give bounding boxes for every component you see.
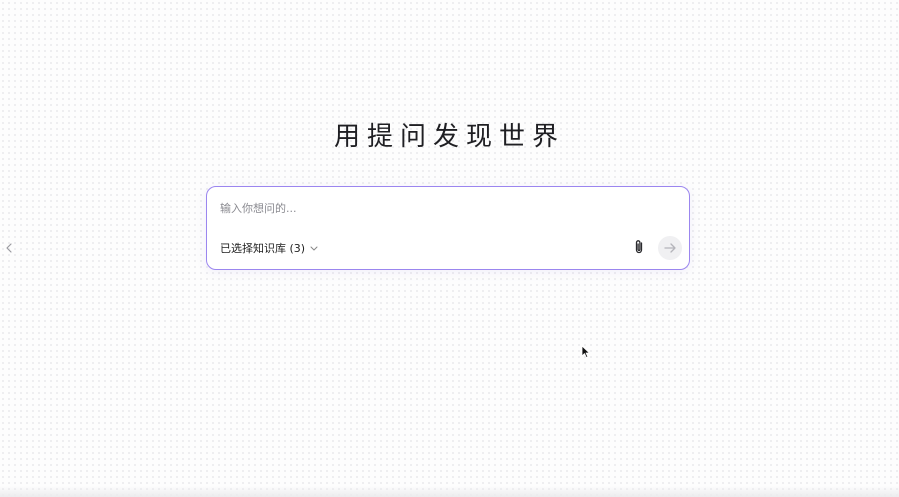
mouse-pointer-icon <box>581 345 590 358</box>
question-input[interactable] <box>220 198 675 218</box>
sidebar-toggle-button[interactable] <box>3 240 15 256</box>
send-button[interactable] <box>658 236 682 260</box>
arrow-right-icon <box>664 243 676 253</box>
chevron-left-icon <box>6 243 12 253</box>
paperclip-icon <box>635 240 643 254</box>
page-title: 用提问发现世界 <box>333 122 565 152</box>
knowledge-base-label: 已选择知识库 (3) <box>220 242 306 255</box>
knowledge-base-selector[interactable]: 已选择知识库 (3) <box>220 240 318 256</box>
attach-file-button[interactable] <box>630 238 648 256</box>
bottom-edge <box>0 486 899 497</box>
chevron-down-icon <box>310 246 318 250</box>
chat-composer: 已选择知识库 (3) <box>206 186 690 270</box>
